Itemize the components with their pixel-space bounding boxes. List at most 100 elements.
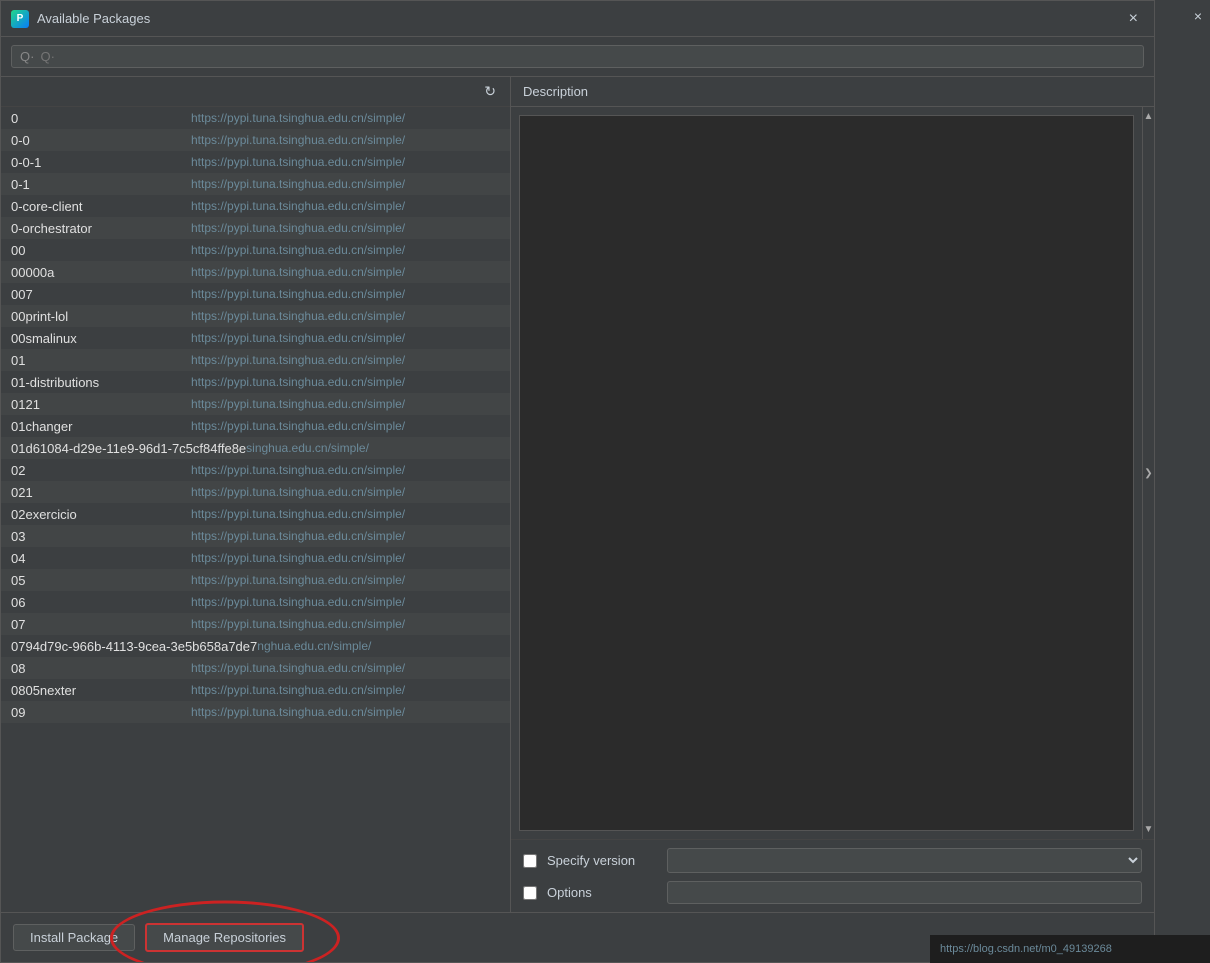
- package-name: 01changer: [11, 419, 191, 434]
- package-row[interactable]: 00print-lolhttps://pypi.tuna.tsinghua.ed…: [1, 305, 510, 327]
- package-row[interactable]: 0794d79c-966b-4113-9cea-3e5b658a7de7nghu…: [1, 635, 510, 657]
- scroll-down-arrow[interactable]: ▼: [1144, 820, 1154, 839]
- options-checkbox[interactable]: [523, 886, 537, 900]
- package-name: 00smalinux: [11, 331, 191, 346]
- package-list-header: ↻: [1, 77, 510, 107]
- manage-repositories-button[interactable]: Manage Repositories: [145, 923, 304, 952]
- package-url: https://pypi.tuna.tsinghua.edu.cn/simple…: [191, 573, 500, 587]
- options-label: Options: [547, 885, 657, 900]
- package-url: https://pypi.tuna.tsinghua.edu.cn/simple…: [191, 463, 500, 477]
- package-row[interactable]: 01d61084-d29e-11e9-96d1-7c5cf84ffe8esing…: [1, 437, 510, 459]
- package-name: 0: [11, 111, 191, 126]
- search-wrapper: Q·: [11, 45, 1144, 68]
- specify-version-row: Specify version: [523, 848, 1142, 873]
- package-row[interactable]: 03https://pypi.tuna.tsinghua.edu.cn/simp…: [1, 525, 510, 547]
- package-row[interactable]: 0-orchestratorhttps://pypi.tuna.tsinghua…: [1, 217, 510, 239]
- package-row[interactable]: 0805nexterhttps://pypi.tuna.tsinghua.edu…: [1, 679, 510, 701]
- package-url: https://pypi.tuna.tsinghua.edu.cn/simple…: [191, 661, 500, 675]
- description-scrollbar[interactable]: ▲ ❯ ▼: [1142, 107, 1154, 839]
- package-name: 0805nexter: [11, 683, 191, 698]
- package-row[interactable]: 01changerhttps://pypi.tuna.tsinghua.edu.…: [1, 415, 510, 437]
- package-row[interactable]: 021https://pypi.tuna.tsinghua.edu.cn/sim…: [1, 481, 510, 503]
- package-row[interactable]: 0-1https://pypi.tuna.tsinghua.edu.cn/sim…: [1, 173, 510, 195]
- description-body: [519, 115, 1134, 831]
- package-name: 0-0: [11, 133, 191, 148]
- package-name: 0794d79c-966b-4113-9cea-3e5b658a7de7: [11, 639, 257, 654]
- version-dropdown[interactable]: [667, 848, 1142, 873]
- package-row[interactable]: 007https://pypi.tuna.tsinghua.edu.cn/sim…: [1, 283, 510, 305]
- install-package-button[interactable]: Install Package: [13, 924, 135, 951]
- package-url: https://pypi.tuna.tsinghua.edu.cn/simple…: [191, 243, 500, 257]
- package-name: 00print-lol: [11, 309, 191, 324]
- options-input[interactable]: [667, 881, 1142, 904]
- package-row[interactable]: 01https://pypi.tuna.tsinghua.edu.cn/simp…: [1, 349, 510, 371]
- package-name: 0-1: [11, 177, 191, 192]
- package-list[interactable]: 0https://pypi.tuna.tsinghua.edu.cn/simpl…: [1, 107, 510, 912]
- package-row[interactable]: 09https://pypi.tuna.tsinghua.edu.cn/simp…: [1, 701, 510, 723]
- package-name: 02exercicio: [11, 507, 191, 522]
- package-row[interactable]: 0-0https://pypi.tuna.tsinghua.edu.cn/sim…: [1, 129, 510, 151]
- package-name: 09: [11, 705, 191, 720]
- package-row[interactable]: 0-0-1https://pypi.tuna.tsinghua.edu.cn/s…: [1, 151, 510, 173]
- search-input[interactable]: [40, 49, 1135, 64]
- package-url: https://pypi.tuna.tsinghua.edu.cn/simple…: [191, 507, 500, 521]
- package-name: 04: [11, 551, 191, 566]
- package-name: 00000a: [11, 265, 191, 280]
- package-name: 021: [11, 485, 191, 500]
- ide-close-area: ×: [1153, 0, 1210, 32]
- package-list-section: ↻ 0https://pypi.tuna.tsinghua.edu.cn/sim…: [1, 77, 511, 912]
- package-row[interactable]: 00https://pypi.tuna.tsinghua.edu.cn/simp…: [1, 239, 510, 261]
- scroll-mid-arrow[interactable]: ❯: [1144, 464, 1152, 483]
- ide-right-panel: ×: [1152, 0, 1210, 963]
- package-url: https://pypi.tuna.tsinghua.edu.cn/simple…: [191, 199, 500, 213]
- package-name: 0121: [11, 397, 191, 412]
- status-bar: https://blog.csdn.net/m0_49139268: [930, 935, 1210, 963]
- package-name: 07: [11, 617, 191, 632]
- package-url: https://pypi.tuna.tsinghua.edu.cn/simple…: [191, 485, 500, 499]
- package-url: https://pypi.tuna.tsinghua.edu.cn/simple…: [191, 595, 500, 609]
- package-name: 05: [11, 573, 191, 588]
- package-row[interactable]: 02https://pypi.tuna.tsinghua.edu.cn/simp…: [1, 459, 510, 481]
- package-url: https://pypi.tuna.tsinghua.edu.cn/simple…: [191, 617, 500, 631]
- specify-version-label: Specify version: [547, 853, 657, 868]
- app-icon: P: [11, 10, 29, 28]
- package-row[interactable]: 07https://pypi.tuna.tsinghua.edu.cn/simp…: [1, 613, 510, 635]
- package-row[interactable]: 0121https://pypi.tuna.tsinghua.edu.cn/si…: [1, 393, 510, 415]
- package-row[interactable]: 00000ahttps://pypi.tuna.tsinghua.edu.cn/…: [1, 261, 510, 283]
- package-url: singhua.edu.cn/simple/: [246, 441, 500, 455]
- ide-close-button[interactable]: ×: [1194, 8, 1202, 24]
- package-name: 08: [11, 661, 191, 676]
- package-name: 0-0-1: [11, 155, 191, 170]
- specify-version-checkbox[interactable]: [523, 854, 537, 868]
- package-name: 0-orchestrator: [11, 221, 191, 236]
- package-name: 0-core-client: [11, 199, 191, 214]
- package-url: https://pypi.tuna.tsinghua.edu.cn/simple…: [191, 683, 500, 697]
- scroll-up-arrow[interactable]: ▲: [1144, 107, 1154, 126]
- package-url: https://pypi.tuna.tsinghua.edu.cn/simple…: [191, 111, 500, 125]
- status-url: https://blog.csdn.net/m0_49139268: [940, 943, 1112, 955]
- package-url: nghua.edu.cn/simple/: [257, 639, 500, 653]
- package-row[interactable]: 0https://pypi.tuna.tsinghua.edu.cn/simpl…: [1, 107, 510, 129]
- package-row[interactable]: 05https://pypi.tuna.tsinghua.edu.cn/simp…: [1, 569, 510, 591]
- dialog-close-button[interactable]: ×: [1123, 8, 1144, 30]
- package-name: 03: [11, 529, 191, 544]
- package-row[interactable]: 06https://pypi.tuna.tsinghua.edu.cn/simp…: [1, 591, 510, 613]
- package-url: https://pypi.tuna.tsinghua.edu.cn/simple…: [191, 309, 500, 323]
- package-url: https://pypi.tuna.tsinghua.edu.cn/simple…: [191, 529, 500, 543]
- package-name: 007: [11, 287, 191, 302]
- package-row[interactable]: 00smalinuxhttps://pypi.tuna.tsinghua.edu…: [1, 327, 510, 349]
- refresh-button[interactable]: ↻: [478, 81, 502, 102]
- main-content: ↻ 0https://pypi.tuna.tsinghua.edu.cn/sim…: [1, 77, 1154, 912]
- package-row[interactable]: 0-core-clienthttps://pypi.tuna.tsinghua.…: [1, 195, 510, 217]
- package-url: https://pypi.tuna.tsinghua.edu.cn/simple…: [191, 419, 500, 433]
- package-row[interactable]: 04https://pypi.tuna.tsinghua.edu.cn/simp…: [1, 547, 510, 569]
- package-url: https://pypi.tuna.tsinghua.edu.cn/simple…: [191, 177, 500, 191]
- description-section: Description ▲ ❯ ▼ Specif: [511, 77, 1154, 912]
- package-row[interactable]: 08https://pypi.tuna.tsinghua.edu.cn/simp…: [1, 657, 510, 679]
- package-row[interactable]: 02exerciciohttps://pypi.tuna.tsinghua.ed…: [1, 503, 510, 525]
- package-url: https://pypi.tuna.tsinghua.edu.cn/simple…: [191, 551, 500, 565]
- package-name: 00: [11, 243, 191, 258]
- desc-area-wrapper: ▲ ❯ ▼: [511, 107, 1154, 839]
- dialog-title: Available Packages: [37, 11, 150, 26]
- package-row[interactable]: 01-distributionshttps://pypi.tuna.tsingh…: [1, 371, 510, 393]
